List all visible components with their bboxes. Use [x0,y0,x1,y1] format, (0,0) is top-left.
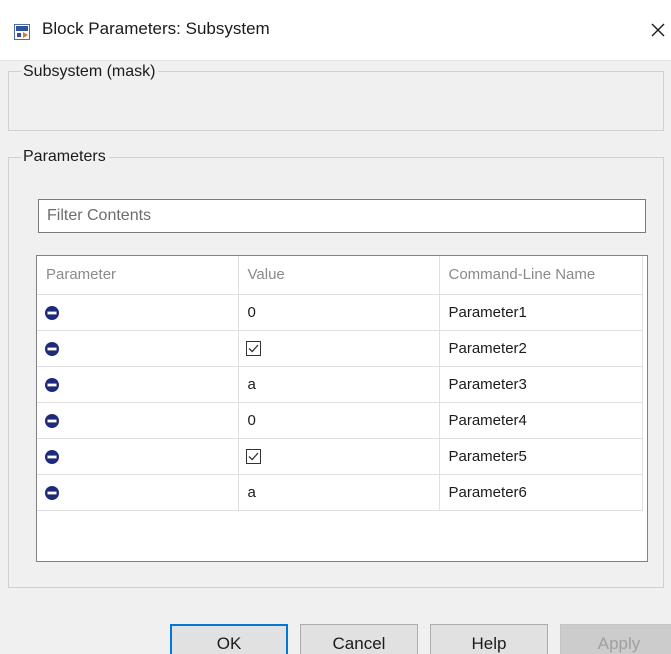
command-line-name-cell[interactable]: Parameter6 [438,473,643,511]
table-row[interactable]: a Parameter6 [37,473,643,511]
parameter-cell[interactable] [37,473,239,511]
command-line-name-text: Parameter3 [448,375,527,393]
remove-circle-icon [45,485,59,500]
parameters-table[interactable]: Parameter Value Command-Line Name 0 Param… [36,255,648,562]
remove-circle-icon [45,341,59,356]
parameter-cell[interactable] [37,329,239,367]
command-line-name-text: Parameter1 [448,303,527,321]
value-text: a [247,375,256,393]
filter-contents-input[interactable] [38,199,646,233]
column-header-value[interactable]: Value [237,256,440,295]
table-row[interactable]: a Parameter3 [37,365,643,403]
command-line-name-text: Parameter4 [448,411,527,429]
table-row[interactable]: 0 Parameter1 [37,293,643,331]
command-line-name-text: Parameter2 [448,339,527,357]
value-text: a [247,483,256,501]
simulink-block-icon [14,24,30,40]
value-cell[interactable] [237,437,440,475]
help-button[interactable]: Help [430,624,548,654]
close-button[interactable] [645,6,671,54]
command-line-name-text: Parameter5 [448,447,527,465]
block-parameters-dialog: Block Parameters: Subsystem Subsystem (m… [0,0,671,654]
remove-circle-icon [45,377,59,392]
table-row[interactable]: Parameter2 [37,329,643,367]
column-header-command-line-name[interactable]: Command-Line Name [438,256,643,295]
table-row[interactable]: Parameter5 [37,437,643,475]
remove-circle-icon [45,449,59,464]
value-cell[interactable]: a [237,365,440,403]
remove-circle-icon [45,413,59,428]
parameter-cell[interactable] [37,365,239,403]
title-bar[interactable]: Block Parameters: Subsystem [0,0,671,61]
value-cell[interactable]: 0 [237,401,440,439]
remove-circle-icon [45,305,59,320]
column-header-parameter[interactable]: Parameter [37,256,239,295]
command-line-name-cell[interactable]: Parameter1 [438,293,643,331]
checkbox-checked-icon[interactable] [245,449,261,465]
mask-group-label: Subsystem (mask) [21,63,159,81]
window-title: Block Parameters: Subsystem [42,19,270,38]
checkbox-checked-icon[interactable] [245,341,261,357]
ok-button[interactable]: OK [170,624,288,654]
command-line-name-cell[interactable]: Parameter4 [438,401,643,439]
table-row[interactable]: 0 Parameter4 [37,401,643,439]
parameter-cell[interactable] [37,293,239,331]
parameters-group-label: Parameters [21,148,109,166]
value-text: 0 [247,411,256,429]
parameters-grid: Parameter Value Command-Line Name 0 Param… [37,256,643,511]
value-text: 0 [247,303,256,321]
close-icon [651,23,665,37]
command-line-name-text: Parameter6 [448,483,527,501]
value-cell[interactable]: 0 [237,293,440,331]
value-cell[interactable] [237,329,440,367]
command-line-name-cell[interactable]: Parameter5 [438,437,643,475]
cancel-button[interactable]: Cancel [300,624,418,654]
parameter-cell[interactable] [37,401,239,439]
apply-button: Apply [560,624,671,654]
value-cell[interactable]: a [237,473,440,511]
table-header-row: Parameter Value Command-Line Name [37,256,643,295]
command-line-name-cell[interactable]: Parameter3 [438,365,643,403]
command-line-name-cell[interactable]: Parameter2 [438,329,643,367]
parameter-cell[interactable] [37,437,239,475]
